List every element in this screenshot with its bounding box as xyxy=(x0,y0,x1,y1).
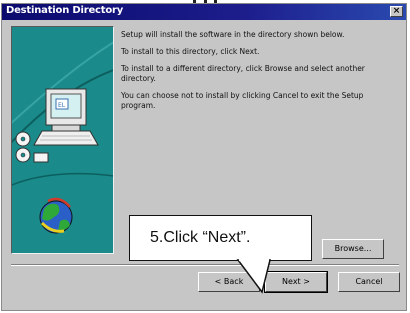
svg-text:EL: EL xyxy=(58,102,66,109)
next-button[interactable]: Next > xyxy=(264,271,328,293)
setup-illustration: EL xyxy=(12,41,113,234)
computer-icon: EL xyxy=(33,88,99,146)
browse-button-label: Browse... xyxy=(334,244,372,253)
instruction-callout: 5.Click “Next”. xyxy=(129,215,312,261)
setup-illustration-panel: EL xyxy=(11,26,114,254)
title-bar: Destination Directory × xyxy=(2,4,406,20)
button-divider xyxy=(11,264,399,266)
browse-button[interactable]: Browse... xyxy=(322,239,384,259)
cancel-button[interactable]: Cancel xyxy=(338,272,400,292)
close-button[interactable]: × xyxy=(390,6,403,17)
cancel-button-label: Cancel xyxy=(355,277,383,286)
globe-icon xyxy=(39,197,73,234)
setup-dialog: Destination Directory × EL Setup will in… xyxy=(1,3,407,311)
paragraph-3: To install to a different directory, cli… xyxy=(121,64,365,83)
back-button[interactable]: < Back xyxy=(198,272,260,292)
back-button-label: < Back xyxy=(214,277,244,286)
paragraph-2: To install to this directory, click Next… xyxy=(121,47,260,56)
window-title: Destination Directory xyxy=(6,5,124,16)
paragraph-4: You can choose not to install by clickin… xyxy=(121,91,364,110)
callout-text: 5.Click “Next”. xyxy=(150,229,251,246)
next-button-label: Next > xyxy=(282,277,310,286)
paragraph-1: Setup will install the software in the d… xyxy=(121,30,345,39)
